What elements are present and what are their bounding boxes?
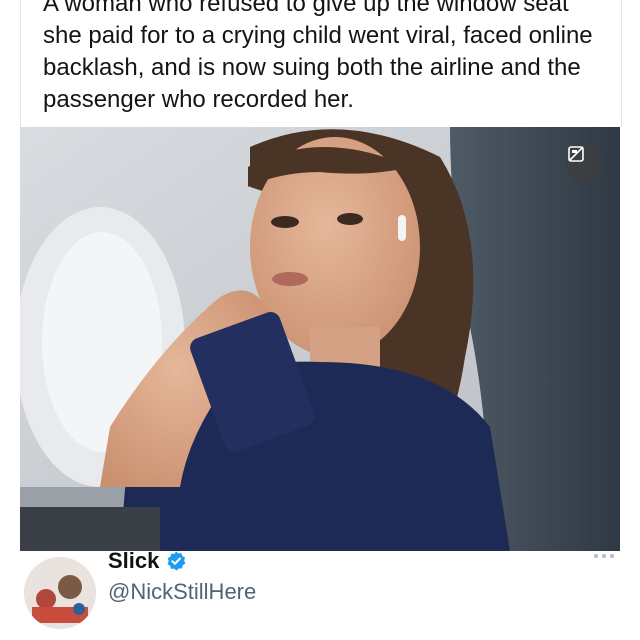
post-media-image[interactable]: [20, 127, 620, 551]
author-handle[interactable]: @NickStillHere: [108, 579, 256, 605]
post-text: A woman who refused to give up the windo…: [43, 0, 593, 113]
avatar[interactable]: [24, 557, 96, 629]
more-options-icon[interactable]: [594, 554, 614, 558]
airplane-photo: [20, 127, 620, 551]
media-crop-icon[interactable]: [566, 144, 604, 182]
tweet-author-footer: Slick @NickStillHere: [0, 549, 640, 640]
verified-badge-icon: [165, 550, 187, 572]
display-name[interactable]: Slick: [108, 549, 159, 573]
post-text-card: A woman who refused to give up the windo…: [20, 0, 622, 127]
author-name-row[interactable]: Slick: [108, 549, 187, 573]
